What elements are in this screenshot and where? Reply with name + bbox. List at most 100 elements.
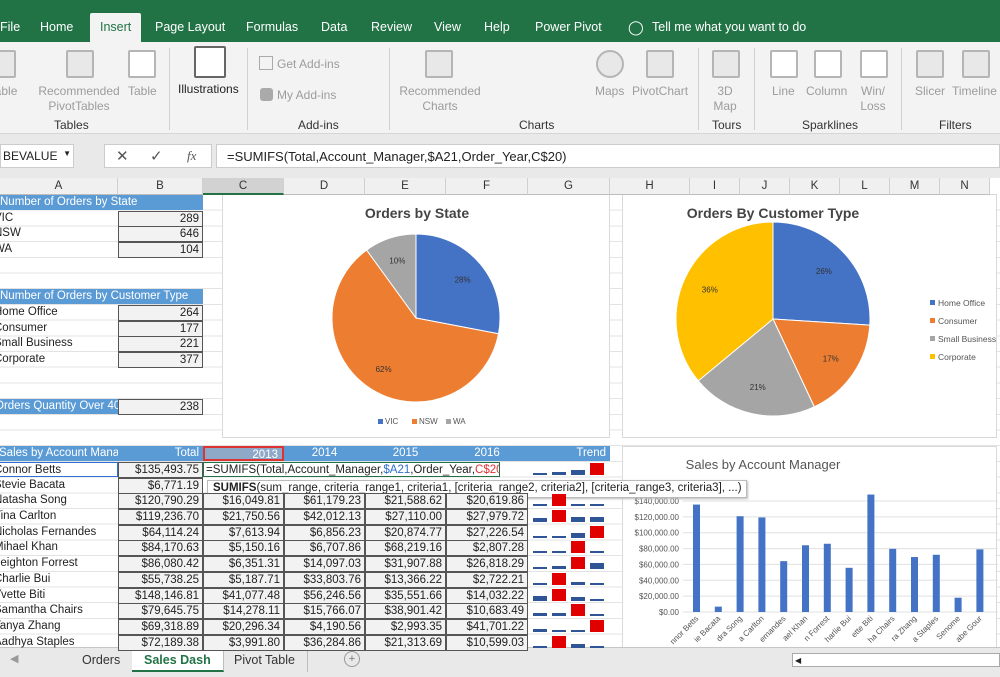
- year-cell[interactable]: $33,803.76: [284, 571, 365, 588]
- column-header-n[interactable]: N: [940, 178, 990, 195]
- qty-over-value[interactable]: 238: [118, 399, 203, 416]
- year-cell[interactable]: $27,979.72: [446, 509, 528, 525]
- tab-review[interactable]: Review: [361, 13, 422, 42]
- tab-power-pivot[interactable]: Power Pivot: [525, 13, 612, 42]
- year-cell[interactable]: $4,190.56: [284, 618, 365, 635]
- year-cell[interactable]: $10,599.03: [446, 634, 528, 651]
- sheet-tab-pivot-table[interactable]: Pivot Table: [222, 648, 308, 672]
- year-cell[interactable]: $36,284.86: [284, 634, 365, 651]
- total-cell[interactable]: $135,493.75: [118, 461, 203, 478]
- tab-data[interactable]: Data: [311, 13, 357, 42]
- column-header-e[interactable]: E: [365, 178, 446, 195]
- tab-formulas[interactable]: Formulas: [236, 13, 308, 42]
- column-header-j[interactable]: J: [740, 178, 790, 195]
- year-cell[interactable]: $27,226.54: [446, 524, 528, 541]
- tooltip-function-name[interactable]: SUMIFS: [213, 482, 256, 494]
- my-addins-button[interactable]: My Add-ins: [277, 88, 336, 103]
- year-cell[interactable]: $2,722.21: [446, 571, 528, 588]
- column-header-c[interactable]: C: [203, 178, 284, 195]
- enter-check-icon[interactable]: ✓: [150, 147, 163, 165]
- sheet-nav-icon[interactable]: ◀: [10, 652, 18, 665]
- year-cell[interactable]: $27,110.00: [365, 509, 446, 525]
- line-sparkline-button[interactable]: Line: [772, 84, 795, 99]
- chart-orders-by-customer-type[interactable]: Orders By Customer Type 26% 17% 21% 36% Home…: [622, 194, 997, 438]
- year-cell[interactable]: $13,366.22: [365, 571, 446, 588]
- pivotchart-button[interactable]: PivotChart: [632, 84, 688, 99]
- year-cell[interactable]: $41,701.22: [446, 618, 528, 635]
- slicer-button[interactable]: Slicer: [915, 84, 945, 99]
- tab-help[interactable]: Help: [474, 13, 520, 42]
- year-cell[interactable]: $5,187.71: [203, 571, 284, 588]
- column-header-b[interactable]: B: [118, 178, 203, 195]
- year-cell[interactable]: $68,219.16: [365, 540, 446, 557]
- total-cell[interactable]: $69,318.89: [118, 618, 203, 635]
- pivottable-button[interactable]: PivotTable: [0, 84, 17, 99]
- column-header-g[interactable]: G: [528, 178, 610, 195]
- 3d-map-button[interactable]: 3D Map: [708, 84, 742, 114]
- formula-input[interactable]: =SUMIFS(Total,Account_Manager,$A21,Order…: [216, 144, 1000, 168]
- column-header-d[interactable]: D: [284, 178, 365, 195]
- year-cell[interactable]: $35,551.66: [365, 587, 446, 604]
- table-button[interactable]: Table: [128, 84, 157, 99]
- total-cell[interactable]: $79,645.75: [118, 603, 203, 620]
- year-cell[interactable]: $2,993.35: [365, 618, 446, 635]
- year-cell[interactable]: $6,351.31: [203, 556, 284, 573]
- column-header-l[interactable]: L: [840, 178, 890, 195]
- year-cell[interactable]: $26,818.29: [446, 556, 528, 573]
- year-cell[interactable]: $56,246.56: [284, 587, 365, 604]
- sheet-tab-sales-dash[interactable]: Sales Dash: [132, 648, 224, 672]
- year-cell[interactable]: $6,856.23: [284, 524, 365, 541]
- row-value-cell[interactable]: 646: [118, 226, 203, 243]
- tab-page-layout[interactable]: Page Layout: [145, 13, 235, 42]
- tab-file[interactable]: File: [0, 13, 30, 42]
- year-cell[interactable]: $21,588.62: [365, 493, 446, 510]
- year-cell[interactable]: $14,097.03: [284, 556, 365, 573]
- total-cell[interactable]: $6,771.19: [118, 477, 203, 494]
- illustrations-button[interactable]: Illustrations: [178, 82, 239, 97]
- total-cell[interactable]: $55,738.25: [118, 571, 203, 588]
- year-cell[interactable]: $31,907.88: [365, 556, 446, 573]
- scroll-left-icon[interactable]: ◀: [793, 656, 801, 665]
- recommended-charts-button[interactable]: Recommended Charts: [398, 84, 482, 114]
- tab-view[interactable]: View: [424, 13, 471, 42]
- year-cell[interactable]: $2,807.28: [446, 540, 528, 557]
- year-cell[interactable]: $14,278.11: [203, 603, 284, 620]
- year-cell[interactable]: $5,150.16: [203, 540, 284, 557]
- name-box[interactable]: BEVALUE ▼: [0, 144, 74, 168]
- year-cell[interactable]: $16,049.81: [203, 493, 284, 510]
- year-cell[interactable]: $20,874.77: [365, 524, 446, 541]
- row-value-cell[interactable]: 289: [118, 210, 203, 227]
- year-cell[interactable]: $21,313.69: [365, 634, 446, 651]
- year-cell[interactable]: $3,991.80: [203, 634, 284, 651]
- recommended-pivottables-button[interactable]: Recommended PivotTables: [38, 84, 120, 114]
- row-value-cell[interactable]: 177: [118, 320, 203, 337]
- year-cell[interactable]: $20,619.86: [446, 493, 528, 510]
- year-cell[interactable]: $41,077.48: [203, 587, 284, 604]
- total-cell[interactable]: $119,236.70: [118, 509, 203, 525]
- row-value-cell[interactable]: 264: [118, 304, 203, 321]
- total-cell[interactable]: $120,790.29: [118, 493, 203, 510]
- column-header-k[interactable]: K: [790, 178, 840, 195]
- year-cell[interactable]: $10,683.49: [446, 603, 528, 620]
- column-sparkline-button[interactable]: Column: [806, 84, 847, 99]
- total-cell[interactable]: $148,146.81: [118, 587, 203, 604]
- year-cell[interactable]: $15,766.07: [284, 603, 365, 620]
- year-cell[interactable]: $42,012.13: [284, 509, 365, 525]
- total-cell[interactable]: $86,080.42: [118, 556, 203, 573]
- add-sheet-icon[interactable]: +: [344, 651, 360, 667]
- winloss-sparkline-button[interactable]: Win/ Loss: [858, 84, 888, 114]
- year-cell[interactable]: $38,901.42: [365, 603, 446, 620]
- year-cell[interactable]: $20,296.34: [203, 618, 284, 635]
- column-header-a[interactable]: A: [0, 178, 118, 195]
- total-cell[interactable]: $84,170.63: [118, 540, 203, 557]
- tab-insert[interactable]: Insert: [90, 13, 142, 42]
- year-cell[interactable]: $7,613.94: [203, 524, 284, 541]
- year-cell[interactable]: $14,032.22: [446, 587, 528, 604]
- chart-sales-by-account-manager[interactable]: Sales by Account Manager $0.00 $20,000.00…: [622, 446, 998, 648]
- tab-home[interactable]: Home: [30, 13, 83, 42]
- column-header-f[interactable]: F: [446, 178, 528, 195]
- column-header-h[interactable]: H: [610, 178, 690, 195]
- row-value-cell[interactable]: 377: [118, 352, 203, 368]
- horizontal-scrollbar[interactable]: ◀: [792, 653, 1000, 667]
- row-value-cell[interactable]: 221: [118, 336, 203, 353]
